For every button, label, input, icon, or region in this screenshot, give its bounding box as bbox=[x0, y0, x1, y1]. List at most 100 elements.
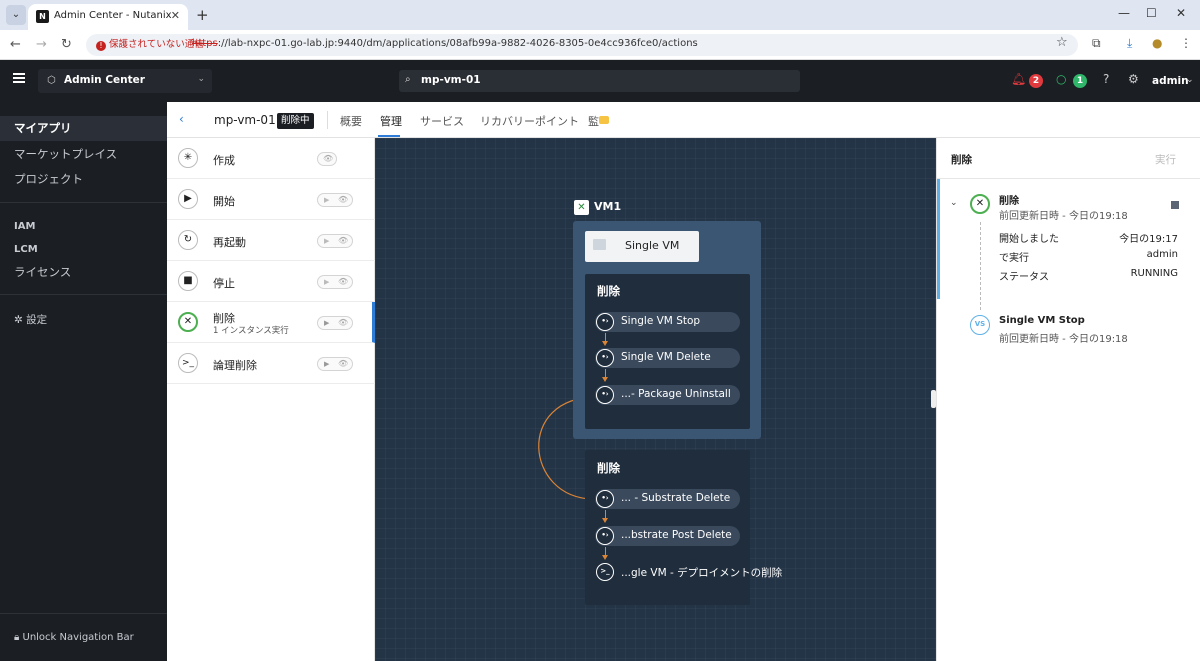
task-substrate-post-delete[interactable]: •› ...bstrate Post Delete bbox=[595, 526, 740, 546]
admin-center-icon: ⬡ bbox=[47, 75, 56, 86]
window-close-icon[interactable]: ✕ bbox=[1176, 6, 1186, 20]
action-label: 再起動 bbox=[213, 236, 246, 249]
action-start[interactable]: ▶ 開始 ▶ 👁︎ bbox=[167, 179, 375, 220]
service-card[interactable]: Single VM bbox=[585, 231, 699, 262]
sidebar-item-projects[interactable]: プロジェクト bbox=[0, 167, 167, 192]
back-arrow-icon[interactable]: ← bbox=[10, 37, 21, 52]
connector-line bbox=[605, 369, 606, 377]
maximize-icon[interactable]: ☐ bbox=[1146, 6, 1157, 20]
run-view-toggle[interactable]: ▶ 👁︎ bbox=[317, 275, 353, 289]
tab-overview[interactable]: 概要 bbox=[340, 113, 362, 129]
profile-avatar-icon[interactable]: ● bbox=[1152, 36, 1162, 50]
run-entry-name[interactable]: 削除 bbox=[999, 192, 1019, 207]
gear-icon: ✲ bbox=[14, 314, 27, 326]
task-label: ...bstrate Post Delete bbox=[621, 529, 732, 541]
group-title: 削除 bbox=[597, 461, 620, 475]
bookmark-star-icon[interactable]: ☆ bbox=[1056, 35, 1068, 50]
action-create[interactable]: ✳ 作成 👁︎ bbox=[167, 138, 375, 179]
eye-icon: 👁︎ bbox=[338, 318, 349, 327]
sidebar-item-my-apps[interactable]: マイアプリ bbox=[0, 116, 167, 141]
eye-icon: 👁︎ bbox=[338, 359, 349, 368]
tab-services[interactable]: サービス bbox=[420, 113, 464, 129]
app-switcher[interactable]: ⬡ Admin Center ⌄ bbox=[38, 69, 212, 93]
close-tab-icon[interactable]: ✕ bbox=[171, 9, 180, 22]
reload-icon[interactable]: ↻ bbox=[61, 37, 72, 52]
global-search-input[interactable]: ⌕ mp-vm-01 bbox=[399, 70, 800, 92]
gear-icon[interactable]: ⚙ bbox=[1128, 72, 1139, 86]
download-icon[interactable]: ⤓ bbox=[1127, 36, 1132, 51]
run-button[interactable]: 実行 bbox=[1155, 152, 1176, 167]
forward-arrow-icon[interactable]: → bbox=[36, 37, 47, 52]
tab-monitor[interactable]: 監 bbox=[588, 113, 599, 129]
eye-icon: 👁︎ bbox=[338, 277, 349, 286]
connector-arrow-icon bbox=[602, 555, 608, 560]
action-restart[interactable]: ↻ 再起動 ▶ 👁︎ bbox=[167, 220, 375, 261]
connector-line bbox=[605, 333, 606, 341]
alerts-bell-icon[interactable]: 🔔︎ bbox=[1011, 72, 1026, 86]
hamburger-menu-icon[interactable] bbox=[13, 73, 25, 83]
workflow-canvas[interactable]: ✕ VM1 Single VM 削除 •› Single VM Stop •› … bbox=[375, 138, 936, 661]
task-package-uninstall[interactable]: •› ...- Package Uninstall bbox=[595, 385, 740, 405]
action-delete[interactable]: ✕ 削除 1 インスタンス実行 ▶ 👁︎ bbox=[167, 302, 375, 343]
task-icon: •› bbox=[596, 349, 614, 367]
play-icon: ▶ bbox=[178, 189, 198, 209]
run-view-toggle[interactable]: ▶ 👁︎ bbox=[317, 316, 353, 330]
url-field[interactable]: ! 保護されていない通信 https://lab-nxpc-01.go-lab.j… bbox=[86, 34, 1078, 56]
chevron-down-icon[interactable]: ⌄ bbox=[950, 198, 958, 208]
chevron-down-icon: ⌄ bbox=[1186, 75, 1194, 85]
kv-value: RUNNING bbox=[1130, 268, 1178, 279]
new-tab-icon[interactable]: + bbox=[196, 6, 209, 24]
action-stop[interactable]: ■ 停止 ▶ 👁︎ bbox=[167, 261, 375, 302]
task-label: Single VM Delete bbox=[621, 351, 711, 363]
user-menu[interactable]: admin bbox=[1152, 75, 1189, 87]
sidebar-item-settings[interactable]: ✲ 設定 bbox=[0, 308, 167, 333]
sidebar-divider bbox=[0, 613, 167, 614]
sidebar-item-lcm[interactable]: LCM bbox=[0, 237, 167, 262]
play-icon: ▶ bbox=[324, 278, 330, 286]
sidebar-item-licensing[interactable]: ライセンス bbox=[0, 260, 167, 285]
url-text: https://lab-nxpc-01.go-lab.jp:9440/dm/ap… bbox=[192, 38, 698, 49]
app-header: ⬡ Admin Center ⌄ ⌕ mp-vm-01 🔔︎ 2 ○ 1 ? ⚙… bbox=[0, 60, 1200, 102]
tab-recovery-points[interactable]: リカバリーポイント bbox=[480, 113, 579, 129]
task-deployment-delete[interactable]: >_ ...gle VM - デプロイメントの削除 bbox=[595, 562, 795, 582]
sidebar: マイアプリ マーケットプレイス プロジェクト IAM LCM ライセンス ✲ 設… bbox=[0, 102, 167, 661]
eye-icon: 👁︎ bbox=[323, 154, 334, 163]
browser-menu-icon[interactable]: ⋮ bbox=[1180, 36, 1192, 50]
alerts-count-badge: 2 bbox=[1029, 74, 1043, 88]
run-view-toggle[interactable]: ▶ 👁︎ bbox=[317, 234, 353, 248]
browser-tab[interactable]: N Admin Center - Nutanix ✕ bbox=[28, 4, 188, 30]
task-single-vm-stop[interactable]: •› Single VM Stop bbox=[595, 312, 740, 332]
view-toggle[interactable]: 👁︎ bbox=[317, 152, 337, 166]
stop-icon[interactable] bbox=[1171, 201, 1179, 209]
run-entry-name[interactable]: Single VM Stop bbox=[999, 315, 1085, 326]
action-soft-delete[interactable]: >_ 論理削除 ▶ 👁︎ bbox=[167, 343, 375, 384]
tab-manage[interactable]: 管理 bbox=[380, 113, 402, 129]
play-icon: ▶ bbox=[324, 196, 330, 204]
address-bar: ← → ↻ ! 保護されていない通信 https://lab-nxpc-01.go… bbox=[0, 30, 1200, 60]
connector-arrow-icon bbox=[602, 518, 608, 523]
connector-arrow-icon bbox=[602, 341, 608, 346]
extensions-icon[interactable]: ⧉ bbox=[1092, 36, 1101, 51]
task-substrate-delete[interactable]: •› ... - Substrate Delete bbox=[595, 489, 740, 509]
tab-search-chevron-icon[interactable]: ⌄ bbox=[6, 5, 26, 25]
close-icon: ✕ bbox=[970, 194, 990, 214]
app-switcher-label: Admin Center bbox=[64, 74, 145, 86]
play-icon: ▶ bbox=[324, 319, 330, 327]
unlock-navigation-bar[interactable]: 🔒︎ Unlock Navigation Bar bbox=[14, 632, 134, 643]
back-chevron-icon[interactable]: ‹ bbox=[179, 112, 184, 126]
run-view-toggle[interactable]: ▶ 👁︎ bbox=[317, 357, 353, 371]
tasks-circle-icon[interactable]: ○ bbox=[1056, 72, 1066, 86]
vm-service-icon: ✕ bbox=[574, 200, 589, 215]
action-label: 論理削除 bbox=[213, 359, 257, 372]
task-single-vm-delete[interactable]: •› Single VM Delete bbox=[595, 348, 740, 368]
run-view-toggle[interactable]: ▶ 👁︎ bbox=[317, 193, 353, 207]
app-subheader: ‹ mp-vm-01 削除中 概要 管理 サービス リカバリーポイント 監 bbox=[167, 102, 1200, 138]
minimize-icon[interactable]: — bbox=[1118, 6, 1130, 20]
help-icon[interactable]: ? bbox=[1103, 72, 1109, 86]
task-label: ...gle VM - デプロイメントの削除 bbox=[621, 567, 783, 579]
sidebar-item-marketplace[interactable]: マーケットプレイス bbox=[0, 142, 167, 167]
kv-value: admin bbox=[1146, 249, 1178, 260]
tab-title: Admin Center - Nutanix bbox=[54, 10, 172, 21]
sidebar-item-iam[interactable]: IAM bbox=[0, 214, 167, 239]
actions-list: ✳ 作成 👁︎ ▶ 開始 ▶ 👁︎ ↻ 再起動 ▶ 👁︎ ■ 停止 ▶ 👁︎ ✕ 削除… bbox=[167, 138, 375, 661]
